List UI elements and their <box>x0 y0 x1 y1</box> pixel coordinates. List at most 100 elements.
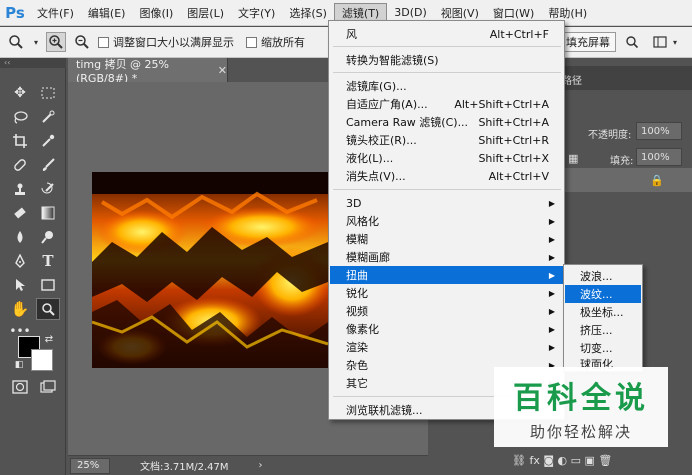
hand-tool-icon[interactable]: ✋ <box>8 298 32 320</box>
menu-type[interactable]: 文字(Y) <box>231 3 282 23</box>
menu-item-video[interactable]: 视频 ▶ <box>330 302 563 320</box>
workspace-icon[interactable] <box>650 32 670 52</box>
menu-item-label: 锐化 <box>346 287 368 300</box>
menu-item-liquify[interactable]: 液化(L)... Shift+Ctrl+X <box>330 149 563 167</box>
menu-select[interactable]: 选择(S) <box>282 3 334 23</box>
menu-item-label: 3D <box>346 196 362 210</box>
menu-separator <box>333 72 561 73</box>
menu-item-3d[interactable]: 3D ▶ <box>330 194 563 212</box>
layer-row[interactable] <box>558 168 692 192</box>
zoom-level-field[interactable]: 25% <box>70 457 110 474</box>
menu-item-shortcut: Shift+Ctrl+X <box>478 151 549 165</box>
submenu-arrow-icon: ▶ <box>548 324 555 334</box>
brush-tool-icon[interactable] <box>36 154 60 176</box>
menu-layer[interactable]: 图层(L) <box>180 3 231 23</box>
default-colors-icon[interactable]: ◧ <box>12 358 26 372</box>
zoom-tool-preset-icon[interactable] <box>6 32 26 52</box>
filter-menu-dropdown: 风 Alt+Ctrl+F 转换为智能滤镜(S) 滤镜库(G)... 自适应广角(… <box>328 20 565 420</box>
submenu-arrow-icon: ▶ <box>548 342 555 352</box>
paths-tab[interactable]: 路径 <box>562 72 582 87</box>
dropdown-arrow-icon[interactable]: ▾ <box>32 32 40 52</box>
eyedropper-tool-icon[interactable] <box>36 130 60 152</box>
distort-submenu: 波浪... 波纹... 极坐标... 挤压... 切变... 球面化 <box>563 264 643 372</box>
menu-edit[interactable]: 编辑(E) <box>81 3 133 23</box>
opacity-label: 不透明度: <box>588 130 632 141</box>
menu-image[interactable]: 图像(I) <box>132 3 180 23</box>
checkbox-box[interactable] <box>98 36 109 48</box>
menu-item-sharpen[interactable]: 锐化 ▶ <box>330 284 563 302</box>
menu-item-blur[interactable]: 模糊 ▶ <box>330 230 563 248</box>
lock-transparent-icon[interactable]: ▦ <box>568 152 578 165</box>
menu-item-blur-gallery[interactable]: 模糊画廊 ▶ <box>330 248 563 266</box>
menu-item-convert-smart-filter[interactable]: 转换为智能滤镜(S) <box>330 51 563 69</box>
zoom-in-icon[interactable] <box>46 32 66 52</box>
menu-item-label: 风 <box>346 28 357 41</box>
submenu-item-ripple[interactable]: 波纹... <box>565 285 641 303</box>
menu-item-render[interactable]: 渲染 ▶ <box>330 338 563 356</box>
menu-item-stylize[interactable]: 风格化 ▶ <box>330 212 563 230</box>
pen-tool-icon[interactable] <box>8 250 32 272</box>
menu-item-lens-correction[interactable]: 镜头校正(R)... Shift+Ctrl+R <box>330 131 563 149</box>
document-image[interactable] <box>91 172 332 368</box>
clone-stamp-tool-icon[interactable] <box>8 178 32 200</box>
menu-item-label: 自适应广角(A)... <box>346 98 428 111</box>
history-brush-tool-icon[interactable] <box>36 178 60 200</box>
photoshop-logo: Ps <box>5 3 25 22</box>
menu-item-camera-raw[interactable]: Camera Raw 滤镜(C)... Shift+Ctrl+A <box>330 113 563 131</box>
screen-mode-icon[interactable] <box>36 376 60 398</box>
resize-windows-checkbox[interactable]: 调整窗口大小以满屏显示 <box>98 34 234 50</box>
eraser-tool-icon[interactable] <box>8 202 32 224</box>
menu-item-shortcut: Alt+Ctrl+V <box>488 169 549 183</box>
type-tool-icon[interactable]: T <box>36 250 60 272</box>
fill-field[interactable]: 100% <box>636 148 682 166</box>
fill-screen-button[interactable]: 填充屏幕 <box>560 32 616 52</box>
path-selection-tool-icon[interactable] <box>8 274 32 296</box>
menu-item-distort[interactable]: 扭曲 ▶ <box>330 266 563 284</box>
zoom-out-icon[interactable] <box>72 32 92 52</box>
submenu-item-polar-coordinates[interactable]: 极坐标... <box>565 303 641 321</box>
status-bar: 25% 文档:3.71M/2.47M › <box>68 455 428 475</box>
dodge-tool-icon[interactable] <box>36 226 60 248</box>
menu-item-label: 视频 <box>346 305 368 318</box>
menu-item-label: 模糊 <box>346 233 368 246</box>
move-tool-icon[interactable]: ✥ <box>8 82 32 104</box>
checkbox-box[interactable] <box>246 36 257 48</box>
menu-item-wind-last-filter[interactable]: 风 Alt+Ctrl+F <box>330 25 563 43</box>
watermark-subtitle: 助你轻松解决 <box>529 422 632 441</box>
opacity-field[interactable]: 100% <box>636 122 682 140</box>
gradient-tool-icon[interactable] <box>36 202 60 224</box>
menu-item-label: 风格化 <box>346 215 379 228</box>
zoom-tool-icon[interactable] <box>36 298 60 320</box>
healing-brush-tool-icon[interactable] <box>8 154 32 176</box>
lock-icon: 🔒 <box>650 174 664 187</box>
blur-tool-icon[interactable] <box>8 226 32 248</box>
swap-colors-icon[interactable]: ⇄ <box>42 332 56 346</box>
lasso-tool-icon[interactable] <box>8 106 32 128</box>
quick-selection-tool-icon[interactable] <box>36 106 60 128</box>
panel-footer-icons[interactable]: ⛓ fx ◙ ◐ ▭ ▣ 🗑 <box>512 454 612 467</box>
submenu-item-pinch[interactable]: 挤压... <box>565 321 641 339</box>
search-icon[interactable] <box>622 32 642 52</box>
marquee-tool-icon[interactable] <box>36 82 60 104</box>
crop-tool-icon[interactable] <box>8 130 32 152</box>
workspace-dropdown-icon[interactable]: ▾ <box>670 32 680 52</box>
menu-item-filter-gallery[interactable]: 滤镜库(G)... <box>330 77 563 95</box>
menu-item-pixelate[interactable]: 像素化 ▶ <box>330 320 563 338</box>
submenu-item-wave[interactable]: 波浪... <box>565 267 641 285</box>
rectangle-tool-icon[interactable] <box>36 274 60 296</box>
menu-item-label: 转换为智能滤镜(S) <box>346 54 439 67</box>
submenu-arrow-icon: ▶ <box>548 306 555 316</box>
menu-file[interactable]: 文件(F) <box>30 3 81 23</box>
menu-item-label: 消失点(V)... <box>346 170 406 183</box>
zoom-all-checkbox[interactable]: 缩放所有 <box>246 34 305 50</box>
close-icon[interactable]: ✕ <box>218 64 227 77</box>
document-tab[interactable]: timg 拷贝 @ 25%(RGB/8#) * ✕ <box>68 57 228 85</box>
menu-item-vanishing-point[interactable]: 消失点(V)... Alt+Ctrl+V <box>330 167 563 185</box>
background-color-swatch[interactable] <box>31 349 53 371</box>
menu-item-adaptive-wide-angle[interactable]: 自适应广角(A)... Alt+Shift+Ctrl+A <box>330 95 563 113</box>
toolbar-collapse-strip[interactable]: ‹‹ <box>0 58 66 68</box>
document-title: timg 拷贝 @ 25%(RGB/8#) * <box>76 57 170 85</box>
quick-mask-icon[interactable] <box>8 376 32 398</box>
status-menu-arrow[interactable]: › <box>259 460 263 471</box>
submenu-item-shear[interactable]: 切变... <box>565 339 641 357</box>
